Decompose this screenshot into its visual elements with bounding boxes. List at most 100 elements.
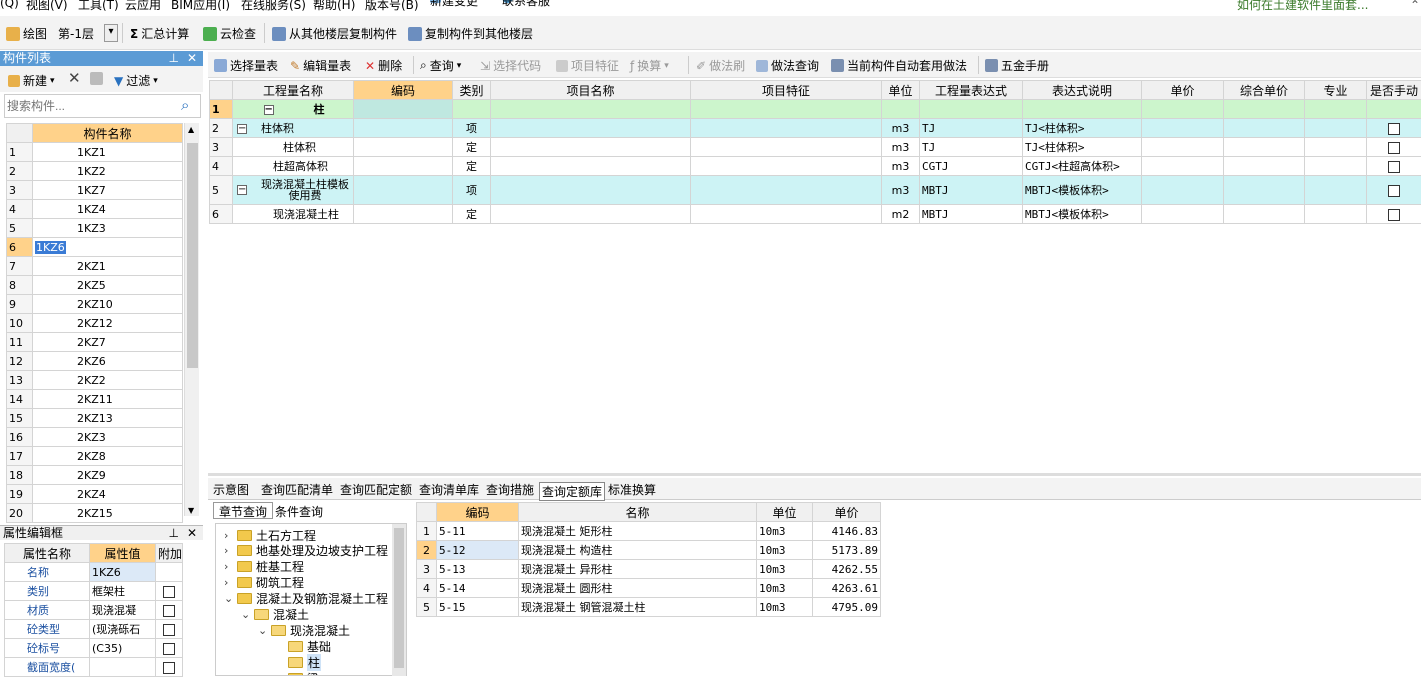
qt-cell-major[interactable] [1305,138,1367,157]
menu-item-cloud[interactable]: 云应用 [125,0,161,13]
qt-cell-expr[interactable]: MBTJ [920,176,1023,205]
expand-chevron-icon[interactable]: › [224,576,233,589]
table-row[interactable]: 192KZ4 [7,485,183,504]
property-value[interactable]: (现浇砾石 [90,620,156,639]
close-icon[interactable]: ✕ [187,51,197,66]
qt-cell-major[interactable] [1305,100,1367,119]
menu-item-help[interactable]: 帮助(H) [313,0,355,13]
quota-name[interactable]: 现浇混凝土 构造柱 [519,541,757,560]
qt-header-9[interactable]: 综合单价 [1224,81,1305,100]
qt-cell-expr[interactable]: TJ [920,119,1023,138]
quota-code[interactable]: 5-14 [437,579,519,598]
qt-cell-item[interactable] [491,157,691,176]
quota-header-code[interactable]: 编码 [437,503,519,522]
component-name-cell[interactable]: 2KZ5 [33,276,183,295]
query-button[interactable]: ⌕查询▾ [420,57,461,74]
method-query-button[interactable]: 做法查询 [756,57,819,74]
copy-from-floor-button[interactable]: 从其他楼层复制构件 [272,25,397,42]
component-name-cell[interactable]: 1KZ4 [33,200,183,219]
chapter-tree-scrollbar[interactable] [392,524,406,676]
auto-apply-button[interactable]: 当前构件自动套用做法 [831,57,967,74]
qt-cell-name[interactable]: −柱 [233,100,354,119]
help-link[interactable]: 如何在土建软件里面套... [1237,0,1368,13]
qt-cell-price[interactable] [1142,138,1224,157]
table-row[interactable]: 31KZ7 [7,181,183,200]
component-name-cell[interactable]: 1KZ7 [33,181,183,200]
qt-cell-item[interactable] [491,100,691,119]
table-row[interactable]: 55-15现浇混凝土 钢管混凝土柱10m34795.09 [417,598,881,617]
scroll-down-icon[interactable]: ▼ [188,506,194,515]
expand-chevron-icon[interactable]: ⌄ [258,624,267,637]
tab-2[interactable]: 查询匹配定额 [340,481,412,498]
table-row[interactable]: 21KZ2 [7,162,183,181]
table-row[interactable]: 45-14现浇混凝土 圆形柱10m34263.61 [417,579,881,598]
search-icon[interactable]: ⌕ [181,96,189,114]
table-row[interactable]: 61KZ6 [7,238,183,257]
qt-header-8[interactable]: 单价 [1142,81,1224,100]
table-row[interactable]: 72KZ1 [7,257,183,276]
tree-node[interactable]: ›桩基工程 [224,558,304,575]
table-row[interactable]: 51KZ3 [7,219,183,238]
component-name-cell[interactable]: 1KZ6 [33,238,183,257]
tab-4[interactable]: 查询措施 [486,481,534,498]
qt-cell-price[interactable] [1142,119,1224,138]
qt-cell-price[interactable] [1142,100,1224,119]
method-brush-button[interactable]: ✐做法刷 [696,57,745,74]
extra-checkbox[interactable] [163,643,175,655]
qt-cell-code[interactable] [354,100,453,119]
edit-table-button[interactable]: ✎编辑量表 [290,57,351,74]
property-value[interactable]: (C35) [90,639,156,658]
table-row[interactable]: 182KZ9 [7,466,183,485]
qt-cell-major[interactable] [1305,157,1367,176]
expand-chevron-icon[interactable]: › [224,544,233,557]
quota-unit[interactable]: 10m3 [757,579,813,598]
extra-checkbox[interactable] [163,605,175,617]
qt-cell-major[interactable] [1305,176,1367,205]
tab-0[interactable]: 示意图 [213,481,249,498]
qt-cell-name[interactable]: 现浇混凝土柱 [233,205,354,224]
qt-header-2[interactable]: 类别 [453,81,491,100]
qt-cell-type[interactable]: 项 [453,176,491,205]
tree-node[interactable]: ›砌筑工程 [224,574,304,591]
draw-button[interactable]: 绘图 [6,25,47,42]
component-name-cell[interactable]: 2KZ11 [33,390,183,409]
qt-cell-desc[interactable]: TJ<柱体积> [1023,138,1142,157]
quota-code[interactable]: 5-15 [437,598,519,617]
quota-code[interactable]: 5-12 [437,541,519,560]
menu-item-view[interactable]: 视图(V) [26,0,68,13]
qt-cell-price[interactable] [1142,176,1224,205]
quota-header-name[interactable]: 名称 [519,503,757,522]
new-button[interactable]: 新建▾ [8,72,55,89]
qt-cell-code[interactable] [354,176,453,205]
floor-selector[interactable]: 第-1层 [58,25,94,42]
qt-cell-expr[interactable]: CGTJ [920,157,1023,176]
qt-cell-unit[interactable]: m3 [882,138,920,157]
qt-cell-comp_price[interactable] [1224,157,1305,176]
qt-cell-code[interactable] [354,138,453,157]
manual-checkbox[interactable] [1388,161,1400,173]
quota-price[interactable]: 4262.55 [813,560,881,579]
qt-cell-desc[interactable] [1023,100,1142,119]
column-header-name[interactable]: 构件名称 [33,124,183,143]
qt-cell-feature[interactable] [691,176,882,205]
table-row[interactable]: 2−柱体积项m3TJTJ<柱体积> [210,119,1421,138]
component-name-cell[interactable]: 2KZ15 [33,504,183,523]
collapse-toggle-icon[interactable]: − [237,185,247,195]
qt-cell-feature[interactable] [691,205,882,224]
quota-price[interactable]: 4263.61 [813,579,881,598]
floor-dropdown-icon[interactable]: ▾ [104,24,118,42]
tree-node[interactable]: ›地基处理及边坡支护工程 [224,542,388,559]
qt-cell-unit[interactable] [882,100,920,119]
tab-1[interactable]: 查询匹配清单 [261,481,333,498]
quota-code[interactable]: 5-13 [437,560,519,579]
qt-header-5[interactable]: 单位 [882,81,920,100]
table-row[interactable]: 142KZ11 [7,390,183,409]
tab-chapter-query[interactable]: 章节查询 [213,502,273,519]
summary-button[interactable]: Σ 汇总计算 [130,25,189,42]
copy-icon[interactable] [90,72,103,85]
quota-unit[interactable]: 10m3 [757,560,813,579]
qt-cell-comp_price[interactable] [1224,119,1305,138]
expand-chevron-icon[interactable]: ⌄ [224,592,233,605]
quota-name[interactable]: 现浇混凝土 矩形柱 [519,522,757,541]
component-name-cell[interactable]: 2KZ4 [33,485,183,504]
